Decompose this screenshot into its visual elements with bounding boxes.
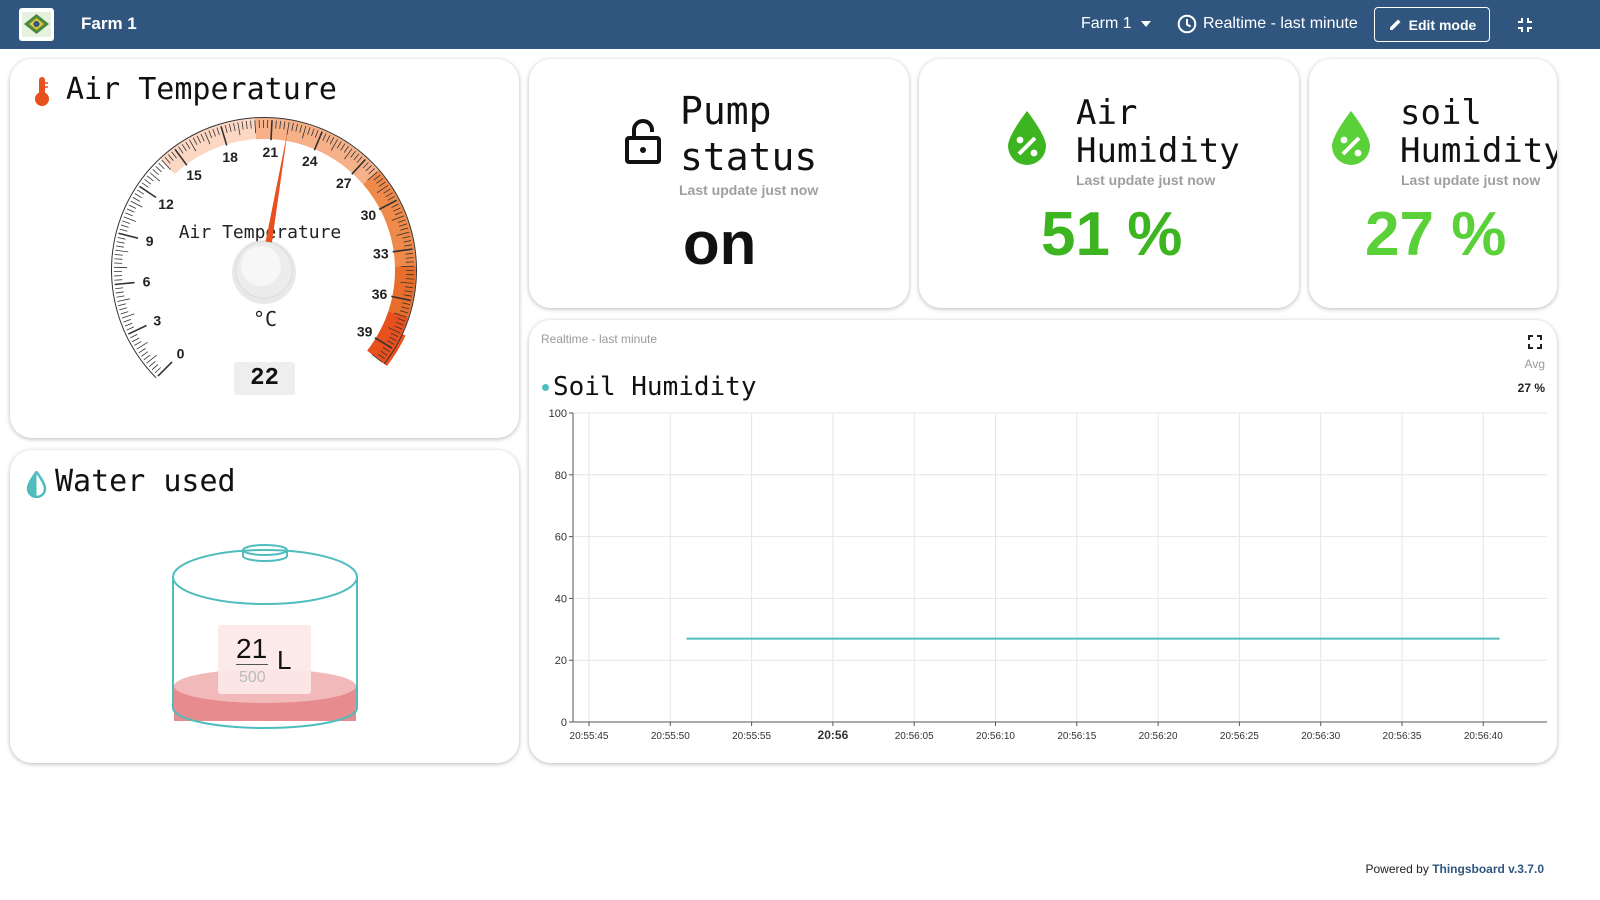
water-value: 21 bbox=[236, 633, 268, 664]
gauge-tick-label: 12 bbox=[158, 196, 174, 212]
logo bbox=[19, 8, 54, 41]
air-humidity-value: 51 % bbox=[1041, 200, 1183, 269]
gauge-unit: °C bbox=[253, 307, 277, 331]
footer-prefix: Powered by bbox=[1365, 862, 1429, 876]
gauge-tick-label: 33 bbox=[373, 246, 389, 262]
x-tick-label: 20:56:40 bbox=[1464, 731, 1503, 742]
pump-value: on bbox=[683, 210, 757, 277]
y-tick-label: 0 bbox=[561, 717, 567, 729]
gauge-tick-label: 30 bbox=[361, 207, 377, 223]
soil-humidity-last-update: Last update just now bbox=[1401, 172, 1541, 188]
fraction-line bbox=[236, 664, 268, 665]
y-tick-label: 60 bbox=[555, 532, 567, 544]
gauge-tick-label: 21 bbox=[263, 144, 279, 160]
pencil-icon bbox=[1389, 19, 1401, 30]
top-bar: Farm 1 Farm 1 Realtime - last minute Edi… bbox=[0, 0, 1600, 49]
chevron-down-icon bbox=[1140, 21, 1151, 27]
y-tick-label: 100 bbox=[549, 408, 567, 420]
gauge-tick bbox=[114, 279, 123, 281]
pump-title-line2: status bbox=[680, 135, 818, 179]
x-tick-label: 20:55:45 bbox=[570, 731, 609, 742]
soil-humidity-title-line2: Humidity bbox=[1400, 131, 1557, 171]
x-tick-label: 20:56:15 bbox=[1057, 731, 1096, 742]
exit-fullscreen-button[interactable] bbox=[1514, 14, 1536, 36]
gauge-tick-label: 39 bbox=[357, 324, 373, 340]
x-tick-label: 20:55:55 bbox=[732, 731, 771, 742]
gauge-tick-label: 6 bbox=[143, 273, 151, 289]
soil-humidity-value: 27 % bbox=[1365, 200, 1507, 269]
x-tick-label: 20:56 bbox=[818, 728, 849, 742]
gauge-tick-label: 24 bbox=[302, 153, 318, 169]
air-humidity-title-line2: Humidity bbox=[1076, 131, 1240, 171]
footer: Powered by Thingsboard v.3.7.0 bbox=[1365, 862, 1544, 876]
x-tick-label: 20:56:25 bbox=[1220, 731, 1259, 742]
line-chart: 0 20 40 60 80 100 20:55:45 20:55:50 20:55:55 20:5… bbox=[549, 408, 1547, 742]
gauge-hub-highlight bbox=[241, 246, 281, 286]
gauge-tick-label: 27 bbox=[336, 175, 352, 191]
gauge-tick-label: 15 bbox=[186, 167, 202, 183]
pump-status-card: Pump status Last update just now on bbox=[529, 59, 909, 308]
x-tick-label: 20:55:50 bbox=[651, 731, 690, 742]
edit-mode-button[interactable]: Edit mode bbox=[1374, 7, 1490, 42]
air-humidity-card: Air Humidity Last update just now 51 % bbox=[919, 59, 1299, 308]
air-humidity-last-update: Last update just now bbox=[1076, 172, 1216, 188]
x-tick-label: 20:56:30 bbox=[1301, 731, 1340, 742]
water-max: 500 bbox=[239, 669, 266, 686]
air-temperature-card: Air Temperature 0 3 6 9 12 15 18 21 24 27 30 33 36 39… bbox=[10, 59, 519, 438]
y-tick-label: 40 bbox=[555, 593, 567, 605]
soil-humidity-chart-card: Realtime - last minute Avg 27 % Soil Hum… bbox=[529, 320, 1557, 763]
gauge-tick-label: 9 bbox=[146, 233, 154, 249]
gauge-tick-label: 36 bbox=[372, 286, 388, 302]
water-used-card: Water used 21 500 L bbox=[10, 450, 519, 763]
x-tick-label: 20:56:05 bbox=[895, 731, 934, 742]
x-tick-label: 20:56:10 bbox=[976, 731, 1015, 742]
lock-open-icon bbox=[625, 119, 661, 164]
gauge-tick bbox=[270, 120, 273, 141]
pump-last-update: Last update just now bbox=[679, 182, 819, 198]
y-tick-label: 20 bbox=[555, 655, 567, 667]
gauge-tick-label: 3 bbox=[153, 312, 161, 328]
gauge-label: Air Temperature bbox=[179, 222, 342, 243]
gauge-tick-label: 0 bbox=[177, 345, 185, 361]
edit-mode-label: Edit mode bbox=[1408, 16, 1477, 33]
gauge-value: 22 bbox=[250, 365, 279, 392]
exit-fullscreen-icon bbox=[1518, 18, 1532, 32]
time-window-button[interactable]: Realtime - last minute bbox=[1177, 14, 1358, 34]
y-tick-label: 80 bbox=[555, 470, 567, 482]
water-percent-icon bbox=[1008, 111, 1046, 165]
state-selector[interactable]: Farm 1 bbox=[1081, 15, 1152, 33]
dashboard-title: Farm 1 bbox=[81, 14, 137, 33]
state-selector-label: Farm 1 bbox=[1081, 15, 1132, 32]
soil-humidity-card: soil Humidity Last update just now 27 % bbox=[1309, 59, 1557, 308]
pump-title-line1: Pump bbox=[680, 89, 772, 133]
soil-humidity-title-line1: soil bbox=[1400, 93, 1482, 133]
air-humidity-title-line1: Air bbox=[1076, 93, 1138, 133]
x-tick-label: 20:56:20 bbox=[1139, 731, 1178, 742]
thingsboard-link[interactable]: Thingsboard v.3.7.0 bbox=[1432, 862, 1544, 876]
x-tick-label: 20:56:35 bbox=[1383, 731, 1422, 742]
gauge-value-box: 22 bbox=[234, 362, 295, 395]
clock-icon bbox=[1177, 14, 1197, 34]
gauge-tick-label: 18 bbox=[222, 149, 238, 165]
water-value-box: 21 500 L bbox=[218, 625, 311, 694]
water-tank bbox=[172, 544, 358, 729]
water-percent-icon bbox=[1332, 111, 1370, 165]
water-unit: L bbox=[277, 645, 292, 675]
time-window-label: Realtime - last minute bbox=[1203, 15, 1358, 32]
